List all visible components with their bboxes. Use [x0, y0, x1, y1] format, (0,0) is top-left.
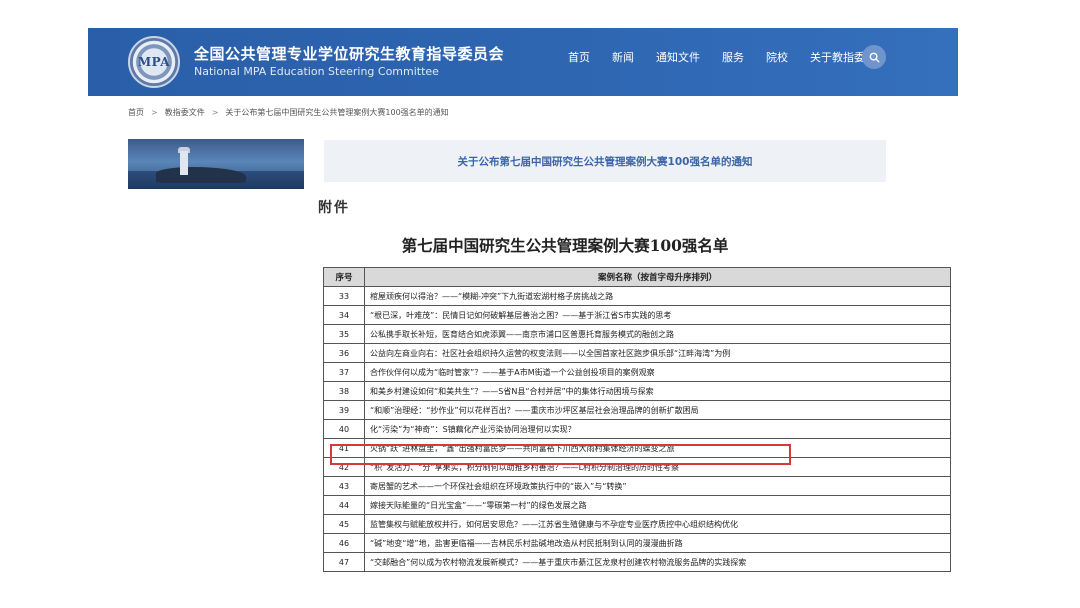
row-number: 39 [323, 400, 365, 420]
nav-home[interactable]: 首页 [568, 49, 590, 65]
row-number: 42 [323, 457, 365, 477]
breadcrumb-separator: > [151, 108, 158, 117]
row-number: 46 [323, 533, 365, 553]
search-icon [869, 52, 879, 62]
org-name-en[interactable]: National MPA Education Steering Committe… [194, 65, 439, 78]
table-row: 36 公益向左商业向右：社区社会组织持久运营的权变法则——以全国首家社区跑步俱乐部… [323, 343, 951, 363]
table-row: 44 嫁接天际能量的“日光宝盒”——“零碳第一村”的绿色发展之路 [323, 495, 951, 515]
row-case-name: 合作伙伴何以成为“临时管家”？——基于A市M街道一个公益创投项目的案例观察 [364, 362, 951, 382]
table-row: 40 化“污染”为“神奇”：S镇藕化产业污染协同治理何以实现？ [323, 419, 951, 439]
row-case-name: 公私携手取长补短，医育结合如虎添翼——南京市浦口区普惠托育服务模式的融创之路 [364, 324, 951, 344]
row-number: 40 [323, 419, 365, 439]
row-case-name: “积”发活力、“分”享果实，积分制何以助推乡村善治？——L村积分制治理的历时性考… [364, 457, 951, 477]
row-number: 37 [323, 362, 365, 382]
row-number: 35 [323, 324, 365, 344]
table-row: 43 寄居蟹的艺术——一个环保社会组织在环境政策执行中的“嵌入”与“转换” [323, 476, 951, 496]
row-number: 47 [323, 552, 365, 572]
breadcrumb-current[interactable]: 关于公布第七届中国研究生公共管理案例大赛100强名单的通知 [225, 108, 448, 117]
table-row: 37 合作伙伴何以成为“临时管家”？——基于A市M街道一个公益创投项目的案例观察 [323, 362, 951, 382]
row-case-name: 嫁接天际能量的“日光宝盒”——“零碳第一村”的绿色发展之路 [364, 495, 951, 515]
row-number: 36 [323, 343, 365, 363]
row-number: 34 [323, 305, 365, 325]
breadcrumb-separator: > [211, 108, 219, 117]
main-nav: 首页 新闻 通知文件 服务 院校 关于教指委 [568, 28, 887, 86]
logo-text: MPA [137, 55, 171, 69]
table-row: 42 “积”发活力、“分”享果实，积分制何以助推乡村善治？——L村积分制治理的历时… [323, 457, 951, 477]
nav-notices[interactable]: 通知文件 [656, 49, 700, 65]
site-header: MPA 全国公共管理专业学位研究生教育指导委员会 National MPA Ed… [88, 28, 958, 96]
article-title-bar: 关于公布第七届中国研究生公共管理案例大赛100强名单的通知 [324, 140, 886, 182]
row-number: 45 [323, 514, 365, 534]
org-name-cn[interactable]: 全国公共管理专业学位研究生教育指导委员会 [194, 43, 504, 64]
nav-news[interactable]: 新闻 [612, 49, 634, 65]
row-case-name: 监管集权与赋能放权并行，如何居安思危？——江苏省生殖健康与不孕症专业医疗质控中心… [364, 514, 951, 534]
row-case-name: 火锅“跃”进林盘里，“鑫”出强村富民梦——共同富裕下川西大雨村集体经济的蝶变之旅 [364, 438, 951, 458]
table-row: 39 “和顺”治理经：“抄作业”何以花样百出？——重庆市沙坪区基层社会治理品牌的创… [323, 400, 951, 420]
breadcrumb-files[interactable]: 教指委文件 [165, 108, 205, 117]
row-case-name: “交邮融合”何以成为农村物流发展新模式？——基于重庆市綦江区龙泉村创建农村物流服… [364, 552, 951, 572]
row-number: 44 [323, 495, 365, 515]
row-case-name: “碱”地变“增”地，盐害更临福——吉林民乐村盐碱地改造从村民抵制到认同的漫漫曲折… [364, 533, 951, 553]
nav-about[interactable]: 关于教指委 [810, 49, 865, 65]
table-row: 47 “交邮融合”何以成为农村物流发展新模式？——基于重庆市綦江区龙泉村创建农村物… [323, 552, 951, 572]
attachment-label: 附件 [318, 200, 350, 216]
table-row: 35 公私携手取长补短，医育结合如虎添翼——南京市浦口区普惠托育服务模式的融创之路 [323, 324, 951, 344]
list-title: 第七届中国研究生公共管理案例大赛100强名单 [401, 236, 729, 255]
page-title: 关于公布第七届中国研究生公共管理案例大赛100强名单的通知 [457, 155, 753, 168]
header-number: 序号 [323, 267, 365, 287]
lighthouse-tower [180, 151, 188, 175]
table-row-highlighted: 41 火锅“跃”进林盘里，“鑫”出强村富民梦——共同富裕下川西大雨村集体经济的蝶变… [323, 438, 951, 458]
lighthouse-banner-image [128, 139, 304, 189]
row-number: 43 [323, 476, 365, 496]
nav-schools[interactable]: 院校 [766, 49, 788, 65]
row-case-name: 寄居蟹的艺术——一个环保社会组织在环境政策执行中的“嵌入”与“转换” [364, 476, 951, 496]
table-header-row: 序号 案例名称（按首字母升序排列） [323, 267, 951, 287]
row-case-name: 化“污染”为“神奇”：S镇藕化产业污染协同治理何以实现？ [364, 419, 951, 439]
row-case-name: 公益向左商业向右：社区社会组织持久运营的权变法则——以全国首家社区跑步俱乐部“江… [364, 343, 951, 363]
breadcrumb: 首页 > 教指委文件 > 关于公布第七届中国研究生公共管理案例大赛100强名单的通知 [128, 107, 449, 118]
header-case-name: 案例名称（按首字母升序排列） [364, 267, 951, 287]
nav-services[interactable]: 服务 [722, 49, 744, 65]
table-row: 38 和美乡村建设如何“和美共生”？——S省N县“合村并居”中的集体行动困境与探索 [323, 381, 951, 401]
table-row: 33 棺屋顽疾何以得治？——“模糊-冲突”下九街道宏湖村格子房挑战之路 [323, 286, 951, 306]
table-row: 46 “碱”地变“增”地，盐害更临福——吉林民乐村盐碱地改造从村民抵制到认同的漫漫… [323, 533, 951, 553]
breadcrumb-home[interactable]: 首页 [128, 108, 144, 117]
mpa-logo[interactable]: MPA [128, 36, 180, 88]
row-number: 41 [323, 438, 365, 458]
row-number: 38 [323, 381, 365, 401]
row-number: 33 [323, 286, 365, 306]
row-case-name: 棺屋顽疾何以得治？——“模糊-冲突”下九街道宏湖村格子房挑战之路 [364, 286, 951, 306]
table-row: 45 监管集权与赋能放权并行，如何居安思危？——江苏省生殖健康与不孕症专业医疗质控… [323, 514, 951, 534]
table-row: 34 “根已深，叶难茂”：民情日记如何破解基层善治之困？——基于浙江省S市实践的思… [323, 305, 951, 325]
row-case-name: “和顺”治理经：“抄作业”何以花样百出？——重庆市沙坪区基层社会治理品牌的创新扩… [364, 400, 951, 420]
row-case-name: “根已深，叶难茂”：民情日记如何破解基层善治之困？——基于浙江省S市实践的思考 [364, 305, 951, 325]
cliff-shape [156, 167, 246, 183]
search-button[interactable] [862, 45, 886, 69]
row-case-name: 和美乡村建设如何“和美共生”？——S省N县“合村并居”中的集体行动困境与探索 [364, 381, 951, 401]
case-list-table: 序号 案例名称（按首字母升序排列） 33 棺屋顽疾何以得治？——“模糊-冲突”下九… [323, 267, 951, 572]
